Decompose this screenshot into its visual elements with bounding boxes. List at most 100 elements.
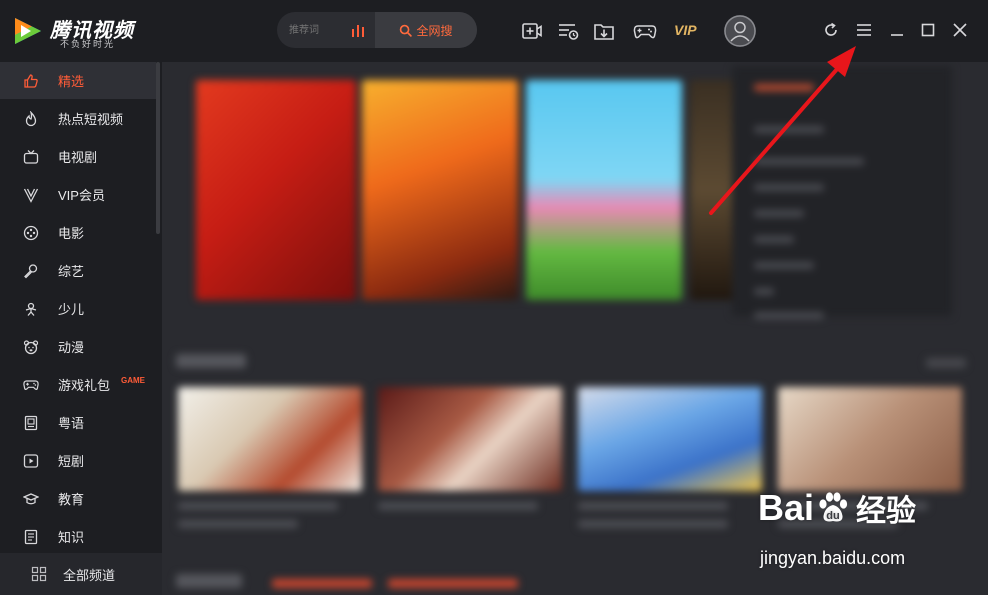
- sidebar-item-game-gift[interactable]: 游戏礼包 GAME: [0, 366, 156, 403]
- video-card[interactable]: [378, 387, 562, 491]
- sidebar-item-kids[interactable]: 少儿: [0, 290, 156, 327]
- sidebar-item-label: VIP会员: [58, 188, 105, 203]
- video-card[interactable]: [778, 387, 962, 491]
- watermark-url: jingyan.baidu.com: [760, 548, 906, 568]
- sidebar-item-label: 电影: [58, 226, 85, 241]
- sidebar-item-label: 少儿: [58, 302, 85, 317]
- sidebar-item-vip[interactable]: VIP会员: [0, 176, 156, 213]
- sidebar: 精选 热点短视频 电视剧 VIP会员 电影 综艺 少儿 动漫 游戏礼包 GAME…: [0, 62, 162, 595]
- sidebar-item-label: 综艺: [58, 264, 85, 279]
- title-bar: 腾讯视频 不负好时光 全网搜: [0, 0, 988, 62]
- list-item: [754, 288, 774, 295]
- user-silhouette-icon: [724, 15, 756, 47]
- card-caption: [378, 502, 538, 510]
- sidebar-item-label: 教育: [58, 492, 85, 507]
- list-item: [754, 262, 814, 269]
- close-icon[interactable]: [951, 21, 969, 39]
- vip-badge[interactable]: VIP: [674, 22, 697, 38]
- card-caption: [178, 502, 338, 510]
- svg-text:du: du: [826, 510, 839, 522]
- sidebar-item-tv-series[interactable]: 电视剧: [0, 138, 156, 175]
- sidebar-item-anime[interactable]: 动漫: [0, 328, 156, 365]
- list-item: [754, 84, 814, 91]
- banner-poster[interactable]: [526, 80, 682, 300]
- book-icon: [24, 529, 38, 544]
- sidebar-item-education[interactable]: 教育: [0, 480, 156, 517]
- sidebar-scrollbar[interactable]: [156, 62, 160, 234]
- search-input[interactable]: [289, 21, 349, 39]
- download-icon[interactable]: [593, 20, 615, 42]
- sidebar-item-label: 动漫: [58, 340, 85, 355]
- maximize-icon[interactable]: [919, 21, 937, 39]
- vip-v-icon: [23, 188, 39, 203]
- baidu-jingyan-watermark: Bai du 经验 jingyan.baidu.com: [758, 486, 982, 576]
- card-caption: [578, 520, 728, 528]
- kids-icon: [25, 302, 37, 316]
- refresh-icon[interactable]: [822, 21, 840, 39]
- document-icon: [24, 415, 38, 430]
- list-item: [754, 312, 824, 319]
- tag-link[interactable]: [388, 579, 518, 588]
- watermark-brand-cn: 经验: [856, 495, 917, 528]
- play-box-icon: [23, 453, 39, 468]
- sidebar-item-label: 知识: [58, 530, 85, 545]
- search-button[interactable]: 全网搜: [375, 12, 477, 48]
- graduation-cap-icon: [23, 492, 39, 504]
- tag-link[interactable]: [272, 579, 372, 588]
- flame-icon: [25, 110, 37, 126]
- video-card[interactable]: [178, 387, 362, 491]
- list-item: [754, 184, 824, 191]
- sidebar-item-label: 电视剧: [58, 150, 98, 165]
- avatar[interactable]: [724, 15, 756, 47]
- search-bar: 全网搜: [277, 12, 477, 48]
- playlist-icon[interactable]: [557, 20, 579, 42]
- sidebar-item-cantonese[interactable]: 粤语: [0, 404, 156, 441]
- sidebar-item-variety[interactable]: 综艺: [0, 252, 156, 289]
- banner-side-list[interactable]: [732, 66, 952, 319]
- banner-poster[interactable]: [362, 80, 518, 300]
- sidebar-item-featured[interactable]: 精选: [0, 62, 156, 99]
- list-item: [754, 126, 824, 133]
- microphone-icon: [24, 263, 38, 278]
- sidebar-item-short-video[interactable]: 热点短视频: [0, 100, 156, 137]
- sidebar-item-short-drama[interactable]: 短剧: [0, 442, 156, 479]
- watermark-brand: Bai: [758, 487, 815, 528]
- list-item: [754, 158, 864, 165]
- section-more-link[interactable]: [926, 358, 966, 368]
- paw-icon: du: [819, 492, 848, 522]
- gamepad-icon: [23, 379, 39, 390]
- search-icon: [400, 24, 413, 37]
- sidebar-item-label: 粤语: [58, 416, 85, 431]
- app-slogan: 不负好时光: [60, 39, 116, 49]
- section-title: [176, 354, 246, 368]
- banner-poster[interactable]: [196, 80, 356, 300]
- sidebar-item-knowledge[interactable]: 知识: [0, 518, 156, 555]
- game-tag-badge: GAME: [121, 376, 145, 385]
- thumbs-up-icon: [24, 73, 38, 88]
- all-channels-button[interactable]: 全部频道: [0, 553, 162, 595]
- add-video-icon[interactable]: [521, 20, 543, 42]
- search-button-label: 全网搜: [416, 23, 453, 38]
- sidebar-item-label: 精选: [58, 74, 85, 89]
- tv-icon: [23, 149, 39, 164]
- sidebar-item-movie[interactable]: 电影: [0, 214, 156, 251]
- minimize-icon[interactable]: [888, 21, 906, 39]
- video-card[interactable]: [578, 387, 762, 491]
- sidebar-item-label: 游戏礼包: [58, 378, 111, 393]
- card-caption: [578, 502, 728, 510]
- gamepad-icon[interactable]: [633, 20, 657, 42]
- sidebar-item-label: 热点短视频: [58, 112, 124, 127]
- section-title: [176, 574, 242, 588]
- watermark-logo: Bai du 经验: [758, 486, 916, 530]
- all-channels-label: 全部频道: [63, 567, 116, 583]
- grid-icon: [31, 566, 47, 582]
- trending-bars-icon[interactable]: [351, 23, 367, 37]
- sidebar-item-label: 短剧: [58, 454, 85, 469]
- app-logo[interactable]: 腾讯视频 不负好时光: [10, 12, 160, 52]
- card-caption: [178, 520, 298, 528]
- list-item: [754, 236, 794, 243]
- film-reel-icon: [23, 225, 39, 240]
- search-field-wrap: [277, 12, 375, 48]
- bear-face-icon: [23, 339, 39, 354]
- menu-icon[interactable]: [855, 21, 873, 39]
